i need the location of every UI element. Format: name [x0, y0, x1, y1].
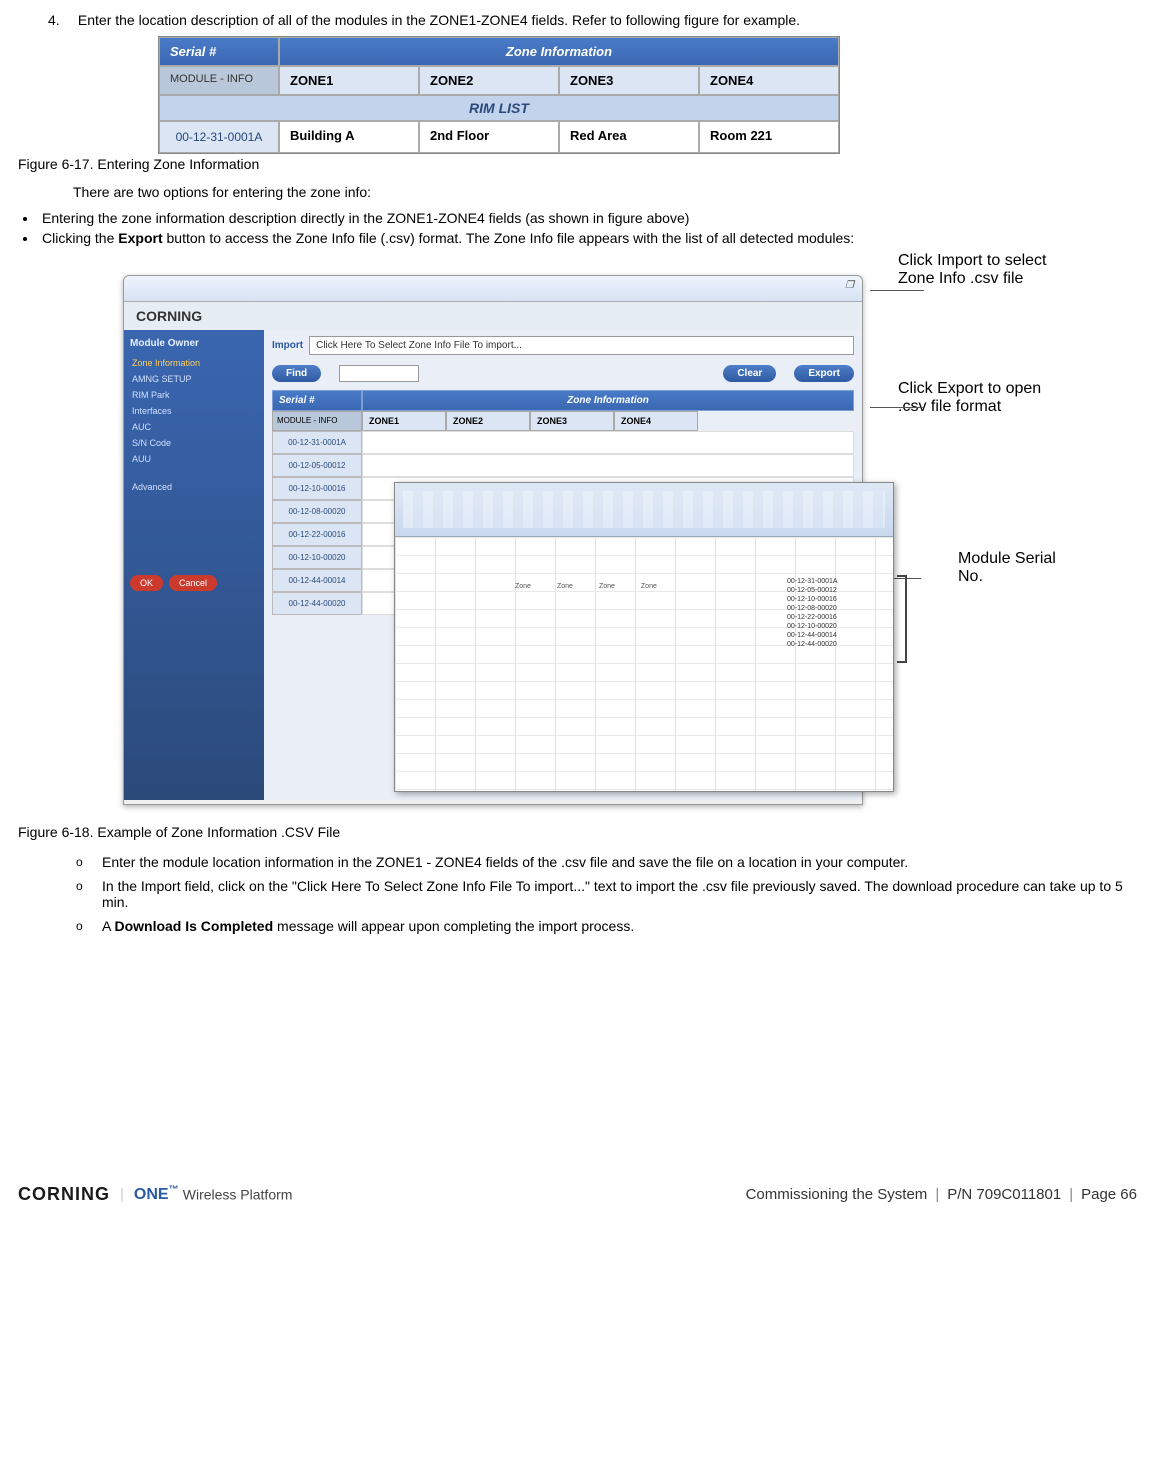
zone-hdr-serial: Serial # — [272, 390, 362, 411]
gui-window: ❐ CORNING Module Owner Zone Information … — [123, 275, 863, 805]
step-4-number: 4. — [48, 12, 74, 28]
rimlist-header: RIM LIST — [159, 95, 839, 121]
sidebar-item-6[interactable]: AUU — [130, 451, 258, 467]
substep-1: Enter the module location information in… — [76, 854, 1137, 870]
zone1-hdr[interactable]: ZONE1 — [279, 66, 419, 95]
serial-row: 00-12-10-00020 — [272, 546, 362, 569]
clear-button[interactable]: Clear — [723, 365, 776, 382]
zone3-hdr[interactable]: ZONE3 — [559, 66, 699, 95]
substep-2: In the Import field, click on the "Click… — [76, 878, 1137, 910]
options-bullets: Entering the zone information descriptio… — [38, 210, 1137, 246]
titlebar: ❐ — [124, 276, 862, 302]
row-blank[interactable] — [362, 454, 854, 477]
annotation-export: Click Export to open .csv file format — [898, 380, 1068, 416]
module-info-label: MODULE - INFO — [272, 411, 362, 431]
zone3-value[interactable]: Red Area — [559, 121, 699, 153]
one-subtitle: Wireless Platform — [183, 1186, 293, 1202]
bracket-icon — [897, 575, 907, 663]
ok-button[interactable]: OK — [130, 575, 163, 591]
corning-logo: CORNING — [18, 1184, 110, 1205]
bullet-1-text: Entering the zone information descriptio… — [42, 210, 689, 226]
figure-618-wrap: Click Import to select Zone Info .csv fi… — [78, 260, 1137, 820]
serial-row: 00-12-08-00020 — [272, 500, 362, 523]
footer-pn: P/N 709C011801 — [947, 1186, 1061, 1203]
sidebar-item-zoneinfo[interactable]: Zone Information — [130, 355, 258, 371]
serial-row: 00-12-10-00016 — [272, 477, 362, 500]
find-button[interactable]: Find — [272, 365, 321, 382]
bullet-2: Clicking the Export button to access the… — [38, 230, 1137, 246]
excel-grid: ZoneZoneZoneZone 00-12-31-0001A 00-12-05… — [395, 537, 893, 791]
find-input[interactable] — [339, 365, 419, 382]
figure-617-wrap: Serial # Zone Information MODULE - INFO … — [18, 36, 1137, 154]
substep-2-text: In the Import field, click on the "Click… — [102, 878, 1123, 910]
dock-icon: ❐ — [845, 280, 854, 291]
zone4-value[interactable]: Room 221 — [699, 121, 839, 153]
zone-hdr-info: Zone Information — [362, 390, 854, 411]
zcol3[interactable]: ZONE3 — [530, 411, 614, 431]
zone2-value[interactable]: 2nd Floor — [419, 121, 559, 153]
options-paragraph: There are two options for entering the z… — [73, 184, 1137, 200]
serial-row: 00-12-44-00020 — [272, 592, 362, 615]
zcol1[interactable]: ZONE1 — [362, 411, 446, 431]
hdr-zoneinfo: Zone Information — [279, 37, 839, 66]
substep-3-text: A Download Is Completed message will app… — [102, 918, 634, 934]
excel-overlay: ZoneZoneZoneZone 00-12-31-0001A 00-12-05… — [394, 482, 894, 792]
module-label: MODULE - INFO — [159, 66, 279, 95]
footer-section: Commissioning the System — [746, 1186, 928, 1203]
annotation-serial: Module Serial No. — [958, 550, 1068, 586]
sidebar-item-4[interactable]: AUC — [130, 419, 258, 435]
row-blank[interactable] — [362, 431, 854, 454]
zcol4[interactable]: ZONE4 — [614, 411, 698, 431]
one-logo: ONE™ — [134, 1186, 179, 1203]
bullet-2-text: Clicking the Export button to access the… — [42, 230, 854, 246]
sidebar-title: Module Owner — [130, 338, 258, 349]
export-button[interactable]: Export — [794, 365, 854, 382]
serial-row: 00-12-05-00012 — [272, 454, 362, 477]
excel-serial-block: 00-12-31-0001A 00-12-05-00012 00-12-10-0… — [787, 577, 887, 649]
sub-steps: Enter the module location information in… — [76, 854, 1137, 934]
substep-3: A Download Is Completed message will app… — [76, 918, 1137, 934]
main-pane: Import Click Here To Select Zone Info Fi… — [264, 330, 862, 800]
serial-row: 00-12-22-00016 — [272, 523, 362, 546]
page-footer: CORNING | ONE™ Wireless Platform Commiss… — [18, 1184, 1137, 1205]
import-field[interactable]: Click Here To Select Zone Info File To i… — [309, 336, 854, 355]
step-4-text: Enter the location description of all of… — [78, 12, 800, 28]
callout-line-2 — [870, 407, 924, 408]
hdr-serial: Serial # — [159, 37, 279, 66]
figure-618: Click Import to select Zone Info .csv fi… — [78, 260, 1078, 820]
sidebar-item-3[interactable]: Interfaces — [130, 403, 258, 419]
excel-small-headers: ZoneZoneZoneZone — [515, 583, 657, 590]
serial-row: 00-12-31-0001A — [272, 431, 362, 454]
serial-row: 00-12-44-00014 — [272, 569, 362, 592]
annotation-import: Click Import to select Zone Info .csv fi… — [898, 252, 1068, 288]
grid-rows — [395, 537, 893, 791]
cancel-button[interactable]: Cancel — [169, 575, 217, 591]
sidebar-item-1[interactable]: AMNG SETUP — [130, 371, 258, 387]
sidebar-item-2[interactable]: RIM Park — [130, 387, 258, 403]
corning-header: CORNING — [124, 302, 862, 330]
zcol2[interactable]: ZONE2 — [446, 411, 530, 431]
serial-value: 00-12-31-0001A — [159, 121, 279, 153]
excel-ribbon — [395, 483, 893, 537]
substep-1-text: Enter the module location information in… — [102, 854, 908, 870]
bullet-1: Entering the zone information descriptio… — [38, 210, 1137, 226]
callout-line-1 — [870, 290, 924, 291]
figure-617-table: Serial # Zone Information MODULE - INFO … — [158, 36, 840, 154]
footer-page: Page 66 — [1081, 1186, 1137, 1203]
figure-618-caption: Figure 6-18. Example of Zone Information… — [18, 824, 1137, 840]
sidebar-item-7[interactable]: Advanced — [130, 479, 258, 495]
sidebar: Module Owner Zone Information AMNG SETUP… — [124, 330, 264, 800]
import-label: Import — [272, 340, 303, 351]
step-4: 4. Enter the location description of all… — [48, 12, 1137, 28]
zone2-hdr[interactable]: ZONE2 — [419, 66, 559, 95]
figure-617-caption: Figure 6-17. Entering Zone Information — [18, 156, 1137, 172]
zone4-hdr[interactable]: ZONE4 — [699, 66, 839, 95]
sidebar-item-5[interactable]: S/N Code — [130, 435, 258, 451]
zone1-value[interactable]: Building A — [279, 121, 419, 153]
